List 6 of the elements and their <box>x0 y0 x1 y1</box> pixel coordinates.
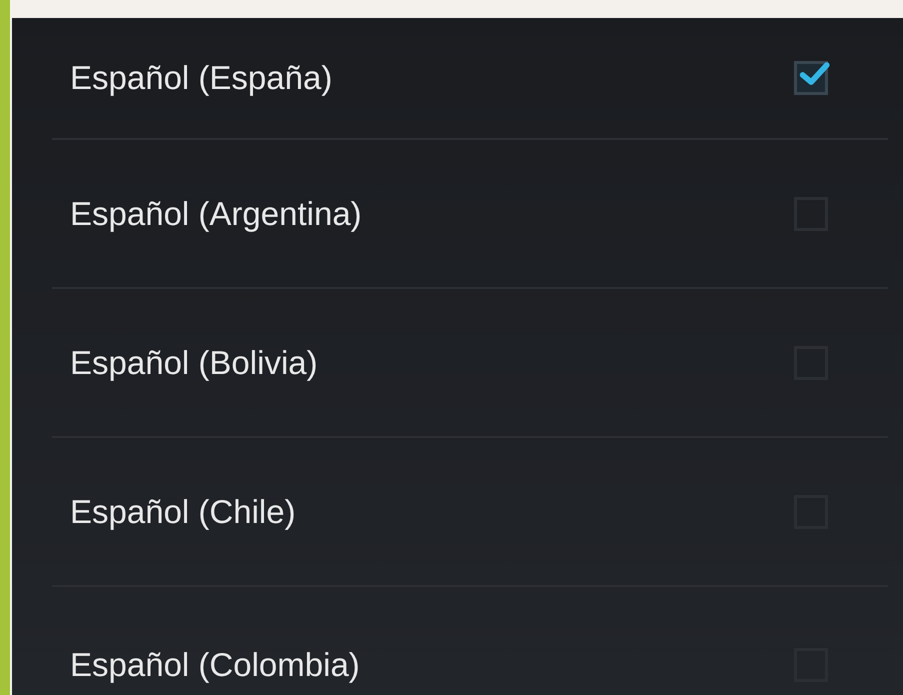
language-option[interactable]: Español (Argentina) <box>70 194 362 232</box>
language-option[interactable]: Español (España) <box>70 59 332 97</box>
checkbox[interactable] <box>794 61 828 95</box>
language-option[interactable]: Español (Colombia) <box>70 646 360 684</box>
language-option[interactable]: Español (Bolivia) <box>70 344 318 382</box>
language-option[interactable]: Español (Chile) <box>70 492 296 530</box>
